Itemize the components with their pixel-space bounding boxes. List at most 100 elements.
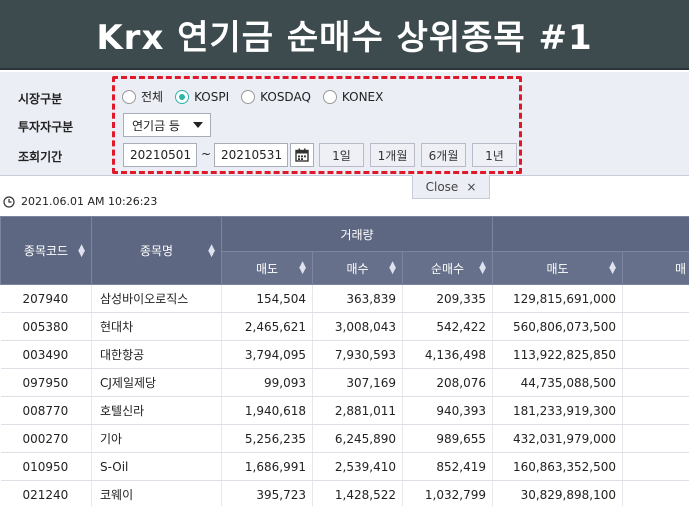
radio-option-kospi[interactable]: KOSPI (175, 89, 230, 104)
buy-value-cell: 111,58 (622, 480, 689, 506)
radio-circle-checked[interactable] (175, 89, 190, 104)
sort-icon[interactable]: ▲ ▼ (78, 243, 85, 258)
buy-volume-cell: 307,169 (312, 368, 403, 397)
buy-value-cell: 235,91 (622, 340, 689, 369)
table-row[interactable]: 003490 대한항공 3,794,095 7,930,593 4,136,498 113… (0, 340, 689, 369)
sort-icon[interactable]: ▲ ▼ (389, 261, 396, 276)
sell-value-cell: 160,863,352,500 (492, 452, 623, 481)
table-row[interactable]: 008770 호텔신라 1,940,618 2,881,011 940,393 181,2… (0, 396, 689, 425)
investor-label: 투자자구분 (18, 120, 74, 134)
column-header-sell-value[interactable]: 매도 ▲ ▼ (492, 251, 623, 285)
sell-volume-cell: 3,794,095 (221, 340, 313, 369)
buy-value-cell: 242,47 (622, 452, 689, 481)
buy-value-cell: 514,41 (622, 424, 689, 453)
column-header-net-volume[interactable]: 순매수 ▲ ▼ (402, 251, 493, 285)
stock-name-cell: 현대차 (91, 312, 222, 341)
period-1month-button[interactable]: 1개월 (370, 143, 415, 167)
calendar-button[interactable] (290, 143, 314, 167)
buy-volume-cell: 2,881,011 (312, 396, 403, 425)
table-row[interactable]: 005380 현대차 2,465,621 3,008,043 542,422 560,80… (0, 312, 689, 341)
title-banner: Krx 연기금 순매수 상위종목 #1 (0, 0, 689, 70)
net-volume-cell: 989,655 (402, 424, 493, 453)
net-volume-cell: 940,393 (402, 396, 493, 425)
radio-label: KONEX (341, 89, 384, 104)
market-radio-group: 전체 KOSPI KOSDAQ KONEX (122, 88, 383, 105)
buy-volume-cell: 363,839 (312, 284, 403, 313)
radio-label: KOSPI (194, 89, 230, 104)
sell-value-cell: 44,735,088,500 (492, 368, 623, 397)
stock-name-cell: 코웨이 (91, 480, 222, 506)
radio-circle[interactable] (322, 89, 337, 104)
header-label: 매 (675, 261, 687, 276)
table-row[interactable]: 010950 S-Oil 1,686,991 2,539,410 852,419 160,… (0, 452, 689, 481)
column-header-name[interactable]: 종목명 ▲ ▼ (91, 216, 222, 285)
buy-value-cell: 307,52 (622, 284, 689, 313)
sell-value-cell: 30,829,898,100 (492, 480, 623, 506)
date-range-separator: ~ (201, 147, 212, 161)
sort-icon[interactable]: ▲ ▼ (479, 261, 486, 276)
net-buy-table: 종목코드 ▲▼ 종목명 ▲▼ 거래량 거래 매도 ▲▼ 매수 ▲▼ (0, 216, 689, 506)
stock-name-cell: CJ제일제당 (91, 368, 222, 397)
period-1year-button[interactable]: 1년 (472, 143, 517, 167)
table-row[interactable]: 021240 코웨이 395,723 1,428,522 1,032,799 30,829… (0, 480, 689, 506)
column-group-value: 거래 (492, 216, 689, 252)
sell-value-cell: 129,815,691,000 (492, 284, 623, 313)
end-date-input[interactable]: 20210531 (214, 143, 288, 167)
column-header-buy-value[interactable]: 매 (622, 251, 689, 285)
net-volume-cell: 209,335 (402, 284, 493, 313)
close-label: Close (425, 179, 459, 194)
sort-icon[interactable]: ▲ ▼ (299, 261, 306, 276)
radio-label: KOSDAQ (260, 89, 311, 104)
query-timestamp: 2021.06.01 AM 10:26:23 (3, 195, 157, 208)
sort-icon[interactable]: ▲ ▼ (208, 243, 215, 258)
net-volume-cell: 4,136,498 (402, 340, 493, 369)
stock-code-cell: 207940 (0, 284, 92, 313)
close-filter-button[interactable]: Close × (412, 175, 490, 199)
sort-icon[interactable]: ▲ ▼ (609, 261, 616, 276)
buy-volume-cell: 2,539,410 (312, 452, 403, 481)
buy-volume-cell: 1,428,522 (312, 480, 403, 506)
banner-title: Krx 연기금 순매수 상위종목 #1 (96, 17, 593, 58)
table-row[interactable]: 097950 CJ제일제당 99,093 307,169 208,076 44,735,0… (0, 368, 689, 397)
net-volume-cell: 208,076 (402, 368, 493, 397)
investor-select[interactable]: 연기금 등 (123, 113, 211, 137)
sell-volume-cell: 1,940,618 (221, 396, 313, 425)
radio-option-kosdaq[interactable]: KOSDAQ (241, 89, 311, 104)
radio-circle[interactable] (241, 89, 256, 104)
sell-value-cell: 181,233,919,300 (492, 396, 623, 425)
start-date-input[interactable]: 20210501 (123, 143, 197, 167)
table-row[interactable]: 000270 기아 5,256,235 6,245,890 989,655 432,031… (0, 424, 689, 453)
investor-select-value: 연기금 등 (132, 118, 180, 133)
radio-option-konex[interactable]: KONEX (322, 89, 384, 104)
period-6month-button[interactable]: 6개월 (421, 143, 466, 167)
column-header-sell-volume[interactable]: 매도 ▲ ▼ (221, 251, 313, 285)
column-header-code[interactable]: 종목코드 ▲ ▼ (0, 216, 92, 285)
radio-option-all[interactable]: 전체 (122, 88, 163, 105)
buy-volume-cell: 6,245,890 (312, 424, 403, 453)
clock-icon (3, 195, 15, 208)
period-1day-button[interactable]: 1일 (319, 143, 364, 167)
close-icon: × (466, 179, 477, 194)
buy-value-cell: 684,68 (622, 312, 689, 341)
buy-value-cell: 140,34 (622, 368, 689, 397)
period-label: 조회기간 (18, 150, 63, 164)
stock-code-cell: 003490 (0, 340, 92, 369)
radio-circle[interactable] (122, 89, 136, 104)
table-row[interactable]: 207940 삼성바이오로직스 154,504 363,839 209,335 129,8… (0, 284, 689, 313)
radio-label: 전체 (141, 90, 164, 104)
stock-name-cell: 삼성바이오로직스 (91, 284, 222, 313)
sell-value-cell: 432,031,979,000 (492, 424, 623, 453)
stock-code-cell: 005380 (0, 312, 92, 341)
sell-value-cell: 560,806,073,500 (492, 312, 623, 341)
buy-volume-cell: 7,930,593 (312, 340, 403, 369)
header-label: 매도 (546, 261, 569, 276)
header-label: 종목코드 (23, 244, 69, 258)
buy-volume-cell: 3,008,043 (312, 312, 403, 341)
header-label: 매도 (255, 261, 279, 276)
header-label: 매수 (346, 261, 369, 276)
sell-volume-cell: 99,093 (221, 368, 313, 397)
column-header-buy-volume[interactable]: 매수 ▲ ▼ (312, 251, 403, 285)
sell-volume-cell: 154,504 (221, 284, 313, 313)
caret-down-icon (193, 122, 203, 128)
stock-name-cell: S-Oil (91, 452, 222, 481)
